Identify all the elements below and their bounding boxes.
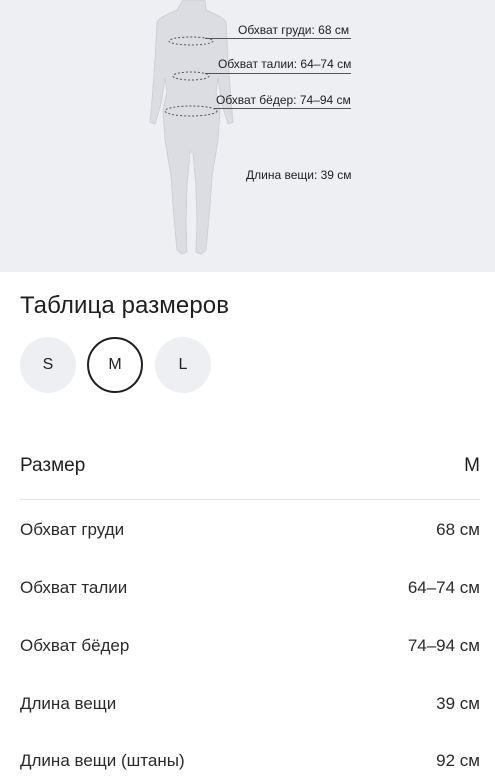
hips-measure-label: Обхват бёдер: 74–94 см [216,93,351,107]
row-value: 64–74 см [407,578,480,597]
table-row-waist: Обхват талии 64–74 см [20,573,480,603]
chest-measure-label: Обхват груди: 68 см [238,23,350,37]
waist-measure-label: Обхват талии: 64–74 см [218,57,352,71]
chest-pointer-line [205,38,351,39]
size-option-l[interactable]: L [155,337,211,393]
hips-pointer-line [214,108,351,109]
size-header-value: M [464,455,480,476]
waist-pointer-line [205,73,351,74]
row-value: 68 см [436,520,480,539]
table-row-hips: Обхват бёдер 74–94 см [20,631,480,661]
table-divider [20,499,480,500]
row-label: Обхват груди [20,520,125,539]
row-label: Обхват талии [20,578,128,597]
size-option-m[interactable]: M [87,337,143,393]
table-row-pants-length: Длина вещи (штаны) 92 см [20,746,480,776]
body-silhouette-illustration [149,0,234,255]
row-label: Длина вещи (штаны) [20,751,185,770]
page-title: Таблица размеров [20,292,230,319]
row-value: 74–94 см [407,636,480,655]
length-measure-label: Длина вещи: 39 см [246,168,352,182]
table-row-length: Длина вещи 39 см [20,689,480,719]
size-table-header: Размер M [20,451,480,481]
row-label: Обхват бёдер [20,636,130,655]
table-row-chest: Обхват груди 68 см [20,515,480,545]
row-value: 39 см [436,694,480,713]
body-measurement-figure: Обхват груди: 68 см Обхват талии: 64–74 … [0,0,495,272]
size-option-s[interactable]: S [20,337,76,393]
row-label: Длина вещи [20,694,117,713]
size-header-label: Размер [20,455,86,476]
row-value: 92 см [436,751,480,770]
